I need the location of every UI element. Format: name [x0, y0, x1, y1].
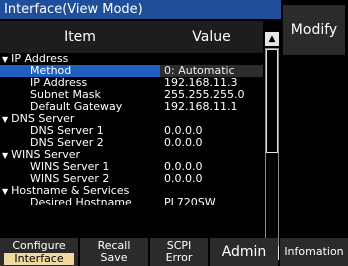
table-header: Item Value	[0, 21, 263, 53]
modify-button[interactable]: Modify	[283, 5, 345, 55]
interface-label: Interface	[4, 253, 74, 265]
window-title: Interface(View Mode)	[0, 0, 281, 19]
scrollbar-thumb[interactable]	[266, 49, 278, 153]
tree-item-row[interactable]: Desired Hostname PL720SW	[0, 197, 263, 205]
scpi-error-softkey[interactable]: SCPI Error	[150, 238, 208, 266]
settings-tree: ▼ IP Address Method 0: Automatic IP Address 1…	[0, 53, 263, 247]
expand-triangle-icon[interactable]: ▼	[2, 55, 8, 64]
expand-triangle-icon[interactable]: ▼	[2, 187, 8, 196]
information-softkey[interactable]: Infomation	[280, 238, 348, 266]
section-label: Hostname & Services	[11, 184, 130, 197]
save-label: Save	[100, 251, 128, 264]
softkey-bar: Configure Interface Recall Save SCPI Err…	[0, 238, 348, 266]
expand-triangle-icon[interactable]: ▼	[2, 115, 8, 124]
configure-label: Configure	[12, 239, 66, 252]
item-value: 0.0.0.0	[164, 172, 203, 185]
column-header-value: Value	[192, 29, 231, 45]
admin-softkey[interactable]: Admin	[210, 238, 278, 266]
configure-interface-softkey[interactable]: Configure Interface	[0, 238, 78, 266]
scroll-up-arrow-icon[interactable]: ▲	[265, 32, 279, 46]
item-value: 0.0.0.0	[164, 136, 203, 149]
error-label: Error	[165, 251, 193, 264]
item-value: PL720SW	[164, 197, 216, 205]
scpi-label: SCPI	[166, 239, 192, 252]
item-name: Desired Hostname	[30, 197, 132, 205]
recall-save-softkey[interactable]: Recall Save	[80, 238, 148, 266]
item-value: 192.168.11.1	[164, 100, 238, 113]
tree-section[interactable]: ▼ Hostname & Services	[0, 185, 263, 197]
expand-triangle-icon[interactable]: ▼	[2, 151, 8, 160]
recall-label: Recall	[97, 239, 131, 252]
column-header-item: Item	[64, 29, 96, 45]
